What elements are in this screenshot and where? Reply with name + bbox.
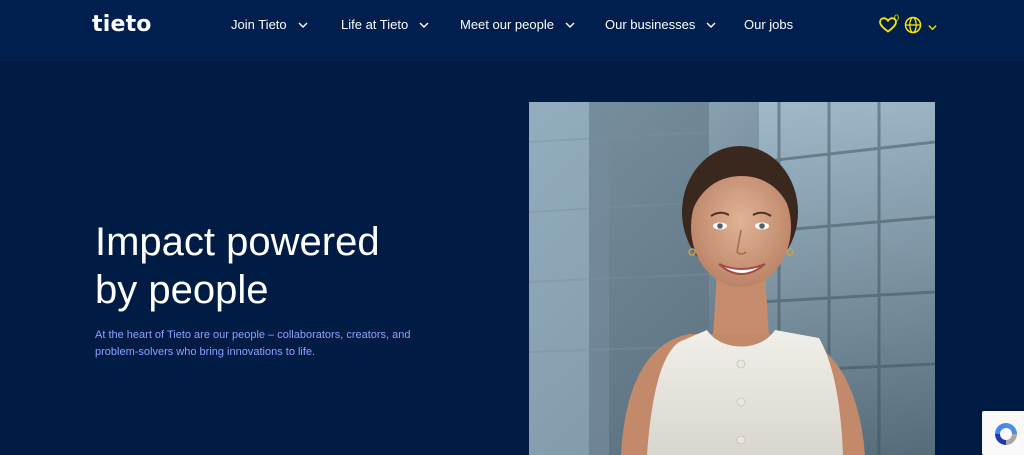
nav-item-label: Our businesses [605, 17, 696, 32]
hero-photo [529, 102, 935, 455]
chevron-down-icon [705, 19, 717, 31]
nav-item-label: Meet our people [460, 17, 554, 32]
nav-item-life-at-tieto[interactable]: Life at Tieto [341, 17, 430, 32]
chevron-down-icon [564, 19, 576, 31]
hero-title-line-2: by people [95, 268, 269, 312]
hero-title: Impact powered by people [95, 218, 475, 314]
nav-item-our-businesses[interactable]: Our businesses [605, 17, 717, 32]
chevron-down-icon[interactable] [927, 20, 938, 31]
hero-title-line-1: Impact powered [95, 220, 380, 264]
nav-item-join-tieto[interactable]: Join Tieto [231, 17, 309, 32]
nav-item-label: Life at Tieto [341, 17, 409, 32]
nav-item-label: Join Tieto [231, 17, 287, 32]
hero-image [529, 102, 935, 455]
hero-description: At the heart of Tieto are our people – c… [95, 329, 411, 358]
language-selector[interactable] [904, 16, 922, 34]
nav-item-our-jobs[interactable]: Our jobs [744, 17, 793, 32]
chevron-down-icon [418, 19, 430, 31]
nav-item-meet-our-people[interactable]: Meet our people [460, 17, 576, 32]
site-header: tieto Join Tieto Life at Tieto Meet our … [0, 0, 1024, 60]
chevron-down-icon [297, 19, 309, 31]
tieto-logo[interactable]: tieto [92, 12, 152, 37]
recaptcha-icon [995, 423, 1017, 445]
page: tieto Join Tieto Life at Tieto Meet our … [0, 0, 1024, 455]
nav-item-label: Our jobs [744, 17, 794, 32]
favorites-count: 0 [894, 13, 900, 23]
recaptcha-badge[interactable] [982, 411, 1024, 455]
globe-icon [904, 16, 922, 34]
